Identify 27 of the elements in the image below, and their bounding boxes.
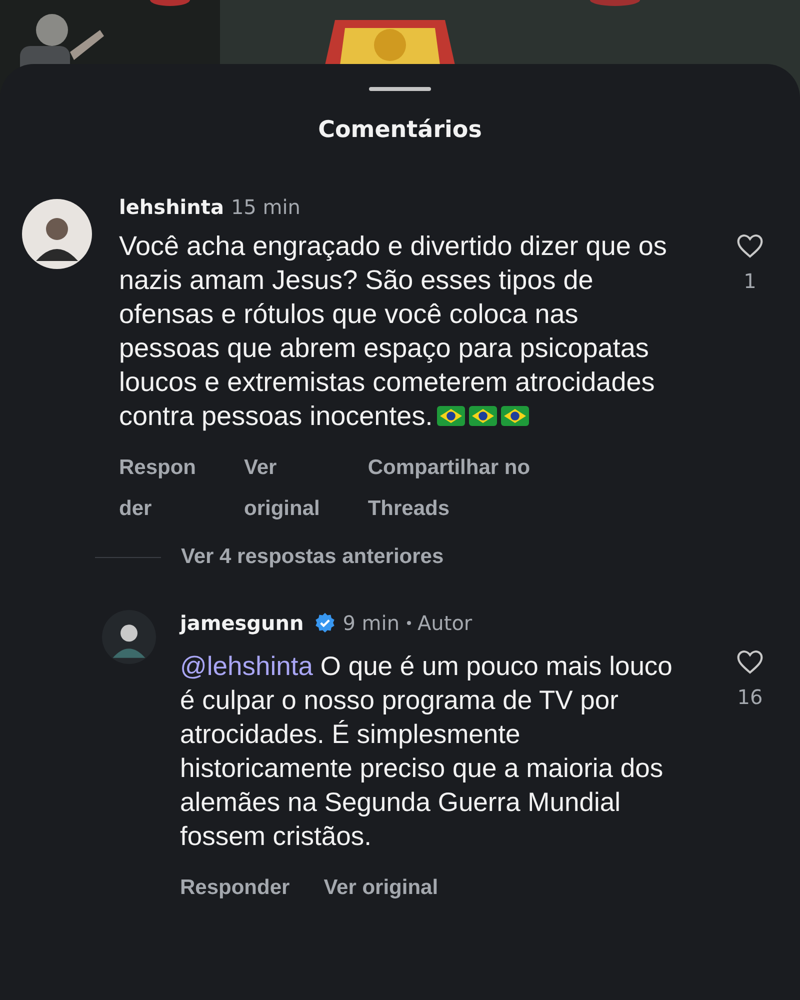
flag-icon xyxy=(436,406,465,426)
comment-action[interactable]: Ver original xyxy=(244,447,320,529)
comment-action[interactable]: Compartilhar no Threads xyxy=(368,447,530,529)
like-count: 16 xyxy=(737,685,763,709)
sheet-title: Comentários xyxy=(317,117,483,143)
avatar[interactable] xyxy=(22,199,92,269)
comment-text: @lehshinta O que é um pouco mais louco é culpar o nosso programa de TV por atrocidades. É simplesmente historicamente preciso que a maioria dos alemães na Segunda Guerra Mundial fossem cristãos. xyxy=(180,650,674,853)
comment-action[interactable]: Respon der xyxy=(119,447,196,529)
flag-icon xyxy=(500,406,529,426)
avatar[interactable] xyxy=(102,610,156,664)
username[interactable]: lehshinta xyxy=(119,195,224,219)
author-label: Autor xyxy=(418,611,472,635)
comment-action[interactable]: Responder xyxy=(180,867,290,908)
drag-handle[interactable] xyxy=(369,87,431,91)
heart-icon[interactable] xyxy=(736,649,764,675)
mention-link[interactable]: @lehshinta xyxy=(180,651,313,681)
verified-badge-icon xyxy=(314,612,336,634)
username[interactable]: jamesgunn xyxy=(180,611,304,635)
view-replies-link[interactable]: Ver 4 respostas anteriores xyxy=(181,545,444,569)
timestamp: 9 min xyxy=(342,611,400,635)
timestamp: 15 min xyxy=(230,195,300,219)
like-count: 1 xyxy=(744,269,756,293)
comment-action[interactable]: Ver original xyxy=(324,867,438,908)
heart-icon[interactable] xyxy=(736,233,764,259)
flag-icon xyxy=(468,406,497,426)
separator-dot xyxy=(406,621,410,625)
comment-text: Você acha engraçado e divertido dizer que os nazis amam Jesus? São esses tipos de ofensas e rótulos que você coloca nas pessoas que abrem espaço para psicopatas loucos e extremistas cometerem atrocidades contra pessoas inocentes. xyxy=(119,230,668,433)
